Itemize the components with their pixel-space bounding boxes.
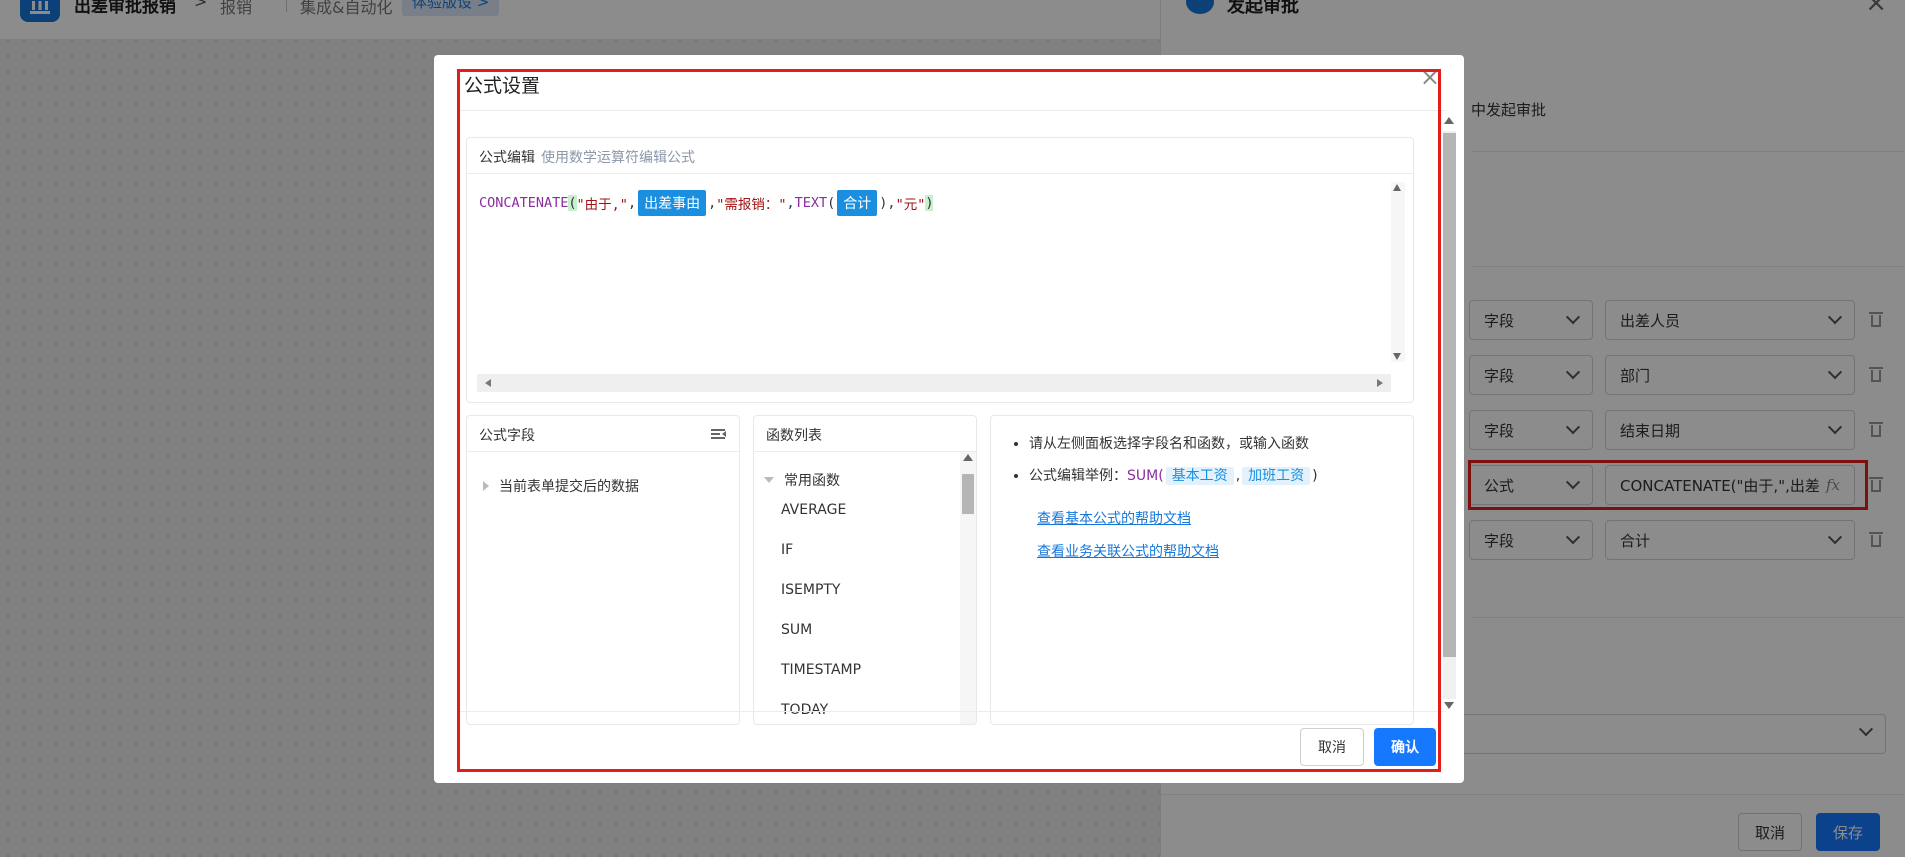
formula-string: "由于," [576, 197, 628, 213]
help-panel: 请从左侧面板选择字段名和函数，或输入函数 公式编辑举例：SUM(基本工资,加班工… [990, 415, 1414, 725]
formula-line[interactable]: CONCATENATE("由于,", 出差事由, "需报销：", TEXT(合计), "… [479, 190, 934, 216]
formula-paren: ) [925, 195, 934, 211]
divider [460, 110, 1446, 111]
formula-separator: , [887, 195, 896, 211]
confirm-button[interactable]: 确认 [1374, 728, 1436, 766]
collapse-icon[interactable] [764, 477, 774, 483]
formula-separator: , [786, 195, 795, 211]
funcs-panel-header: 函数列表 [754, 416, 976, 452]
help-tip: 请从左侧面板选择字段名和函数，或输入函数 [1029, 434, 1318, 454]
formula-function: TEXT [794, 195, 828, 211]
formula-field-chip[interactable]: 合计 [837, 190, 878, 216]
function-item[interactable]: AVERAGE [781, 502, 846, 518]
scroll-up-icon[interactable] [1393, 184, 1401, 191]
formula-string: "需报销：" [716, 197, 787, 213]
formula-editor-card: 公式编辑 使用数学运算符编辑公式 CONCATENATE("由于,", 出差事由, "… [466, 137, 1414, 403]
expand-icon[interactable] [483, 481, 489, 491]
divider [460, 711, 1446, 712]
function-item[interactable]: IF [781, 542, 793, 558]
editor-vertical-scrollbar[interactable] [1391, 182, 1405, 362]
formula-function: CONCATENATE [479, 195, 569, 211]
tree-node-label: 当前表单提交后的数据 [499, 479, 639, 495]
dialog-title: 公式设置 [464, 75, 541, 97]
editor-label: 公式编辑 [479, 150, 535, 166]
function-list: 常用函数 AVERAGE IF ISEMPTY SUM TIMESTAMP TO… [754, 452, 962, 724]
function-group[interactable]: 常用函数 [764, 470, 840, 490]
formula-field-chip[interactable]: 出差事由 [638, 190, 707, 216]
formula-paren: ( [827, 195, 836, 211]
formula-fields-panel: 公式字段 当前表单提交后的数据 [466, 415, 740, 725]
scroll-down-icon[interactable] [1444, 702, 1454, 709]
cancel-button[interactable]: 取消 [1300, 728, 1364, 766]
formula-paren: ) [879, 195, 888, 211]
function-item[interactable]: TODAY [781, 702, 828, 718]
basic-formula-help-link[interactable]: 查看基本公式的帮助文档 [1037, 508, 1191, 528]
example-field-chip: 基本工资 [1165, 467, 1234, 485]
tree-node-form-data[interactable]: 当前表单提交后的数据 [483, 476, 639, 496]
formula-settings-dialog: 公式设置 × 公式编辑 使用数学运算符编辑公式 CONCATENATE("由于,"… [434, 55, 1464, 783]
formula-string: "元" [895, 197, 926, 213]
formula-paren: ( [568, 195, 577, 211]
example-prefix: 公式编辑举例： [1029, 468, 1127, 484]
example-function: SUM( [1127, 468, 1164, 484]
function-list-panel: 函数列表 常用函数 AVERAGE IF ISEMPTY SUM TIMESTA… [753, 415, 977, 725]
scroll-thumb[interactable] [962, 474, 974, 514]
help-tip-example: 公式编辑举例：SUM(基本工资,加班工资) [1029, 466, 1318, 486]
scroll-right-icon[interactable] [1377, 379, 1383, 387]
scroll-thumb[interactable] [1443, 133, 1456, 657]
example-close: ) [1312, 468, 1318, 484]
formula-separator: , [708, 195, 717, 211]
formula-separator: , [627, 195, 637, 211]
function-item[interactable]: SUM [781, 622, 812, 638]
fields-panel-title: 公式字段 [479, 428, 535, 444]
scroll-up-icon[interactable] [1444, 117, 1454, 124]
editor-header: 公式编辑 使用数学运算符编辑公式 [467, 138, 1413, 174]
formula-code-editor[interactable]: CONCATENATE("由于,", 出差事由, "需报销：", TEXT(合计), "… [477, 182, 1405, 392]
editor-horizontal-scrollbar[interactable] [477, 374, 1391, 392]
function-item[interactable]: TIMESTAMP [781, 662, 861, 678]
business-formula-help-link[interactable]: 查看业务关联公式的帮助文档 [1037, 541, 1219, 561]
function-list-scrollbar[interactable] [960, 452, 976, 724]
example-separator: , [1235, 468, 1241, 484]
function-group-label: 常用函数 [784, 473, 840, 489]
example-field-chip: 加班工资 [1242, 467, 1311, 485]
scroll-down-icon[interactable] [1393, 353, 1401, 360]
close-icon[interactable]: × [1420, 65, 1440, 89]
funcs-panel-title: 函数列表 [766, 428, 822, 444]
help-tips: 请从左侧面板选择字段名和函数，或输入函数 公式编辑举例：SUM(基本工资,加班工… [1013, 434, 1318, 498]
collapse-icon[interactable] [711, 428, 727, 440]
fields-panel-header: 公式字段 [467, 416, 739, 452]
editor-hint: 使用数学运算符编辑公式 [541, 150, 695, 166]
scroll-up-icon[interactable] [963, 454, 973, 461]
dialog-scrollbar[interactable] [1440, 115, 1456, 711]
scroll-left-icon[interactable] [485, 379, 491, 387]
function-item[interactable]: ISEMPTY [781, 582, 841, 598]
